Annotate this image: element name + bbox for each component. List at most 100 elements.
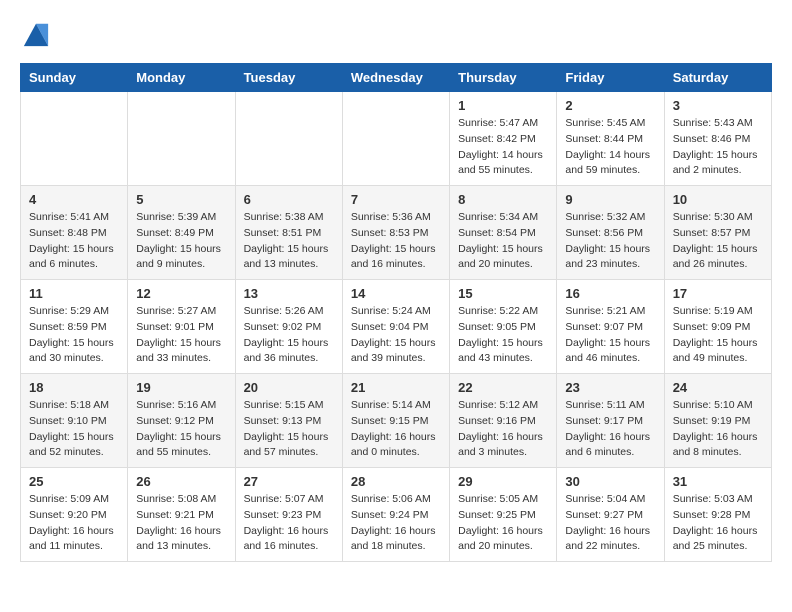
day-info: Sunrise: 5:16 AM Sunset: 9:12 PM Dayligh…: [136, 398, 226, 461]
calendar-cell: 25 Sunrise: 5:09 AM Sunset: 9:20 PM Dayli…: [21, 468, 128, 562]
day-info: Sunrise: 5:41 AM Sunset: 8:48 PM Dayligh…: [29, 210, 119, 273]
weekday-header-sunday: Sunday: [21, 64, 128, 92]
week-row-2: 4 Sunrise: 5:41 AM Sunset: 8:48 PM Daylig…: [21, 186, 772, 280]
day-number: 19: [136, 380, 226, 395]
day-info: Sunrise: 5:06 AM Sunset: 9:24 PM Dayligh…: [351, 492, 441, 555]
calendar-cell: 6 Sunrise: 5:38 AM Sunset: 8:51 PM Daylig…: [235, 186, 342, 280]
weekday-header-monday: Monday: [128, 64, 235, 92]
day-info: Sunrise: 5:27 AM Sunset: 9:01 PM Dayligh…: [136, 304, 226, 367]
week-row-3: 11 Sunrise: 5:29 AM Sunset: 8:59 PM Dayli…: [21, 280, 772, 374]
day-number: 27: [244, 474, 334, 489]
calendar-cell: [21, 92, 128, 186]
day-info: Sunrise: 5:12 AM Sunset: 9:16 PM Dayligh…: [458, 398, 548, 461]
calendar-cell: 31 Sunrise: 5:03 AM Sunset: 9:28 PM Dayli…: [664, 468, 771, 562]
day-info: Sunrise: 5:43 AM Sunset: 8:46 PM Dayligh…: [673, 116, 763, 179]
day-number: 4: [29, 192, 119, 207]
calendar-cell: 23Sunrise: 5:11 AM Sunset: 9:17 PM Dayli…: [557, 374, 664, 468]
day-number: 30: [565, 474, 655, 489]
day-number: 7: [351, 192, 441, 207]
calendar-cell: 4 Sunrise: 5:41 AM Sunset: 8:48 PM Daylig…: [21, 186, 128, 280]
weekday-header-row: SundayMondayTuesdayWednesdayThursdayFrid…: [21, 64, 772, 92]
day-number: 1: [458, 98, 548, 113]
weekday-header-friday: Friday: [557, 64, 664, 92]
day-info: Sunrise: 5:45 AM Sunset: 8:44 PM Dayligh…: [565, 116, 655, 179]
calendar-cell: 7 Sunrise: 5:36 AM Sunset: 8:53 PM Daylig…: [342, 186, 449, 280]
calendar-cell: 28 Sunrise: 5:06 AM Sunset: 9:24 PM Dayli…: [342, 468, 449, 562]
day-number: 22: [458, 380, 548, 395]
day-info: Sunrise: 5:32 AM Sunset: 8:56 PM Dayligh…: [565, 210, 655, 273]
calendar-cell: 30 Sunrise: 5:04 AM Sunset: 9:27 PM Dayli…: [557, 468, 664, 562]
calendar-cell: 13Sunrise: 5:26 AM Sunset: 9:02 PM Dayli…: [235, 280, 342, 374]
week-row-1: 1 Sunrise: 5:47 AM Sunset: 8:42 PM Daylig…: [21, 92, 772, 186]
calendar-cell: 1 Sunrise: 5:47 AM Sunset: 8:42 PM Daylig…: [450, 92, 557, 186]
day-info: Sunrise: 5:34 AM Sunset: 8:54 PM Dayligh…: [458, 210, 548, 273]
calendar-cell: 15 Sunrise: 5:22 AM Sunset: 9:05 PM Dayli…: [450, 280, 557, 374]
day-number: 8: [458, 192, 548, 207]
day-info: Sunrise: 5:15 AM Sunset: 9:13 PM Dayligh…: [244, 398, 334, 461]
calendar-cell: 2 Sunrise: 5:45 AM Sunset: 8:44 PM Daylig…: [557, 92, 664, 186]
calendar-cell: 3Sunrise: 5:43 AM Sunset: 8:46 PM Daylig…: [664, 92, 771, 186]
day-info: Sunrise: 5:29 AM Sunset: 8:59 PM Dayligh…: [29, 304, 119, 367]
calendar-cell: 16 Sunrise: 5:21 AM Sunset: 9:07 PM Dayli…: [557, 280, 664, 374]
day-info: Sunrise: 5:21 AM Sunset: 9:07 PM Dayligh…: [565, 304, 655, 367]
day-info: Sunrise: 5:08 AM Sunset: 9:21 PM Dayligh…: [136, 492, 226, 555]
day-info: Sunrise: 5:47 AM Sunset: 8:42 PM Dayligh…: [458, 116, 548, 179]
calendar-table: SundayMondayTuesdayWednesdayThursdayFrid…: [20, 63, 772, 562]
logo: [20, 20, 50, 53]
logo-icon: [22, 20, 50, 48]
day-number: 25: [29, 474, 119, 489]
day-number: 11: [29, 286, 119, 301]
calendar-cell: 17 Sunrise: 5:19 AM Sunset: 9:09 PM Dayli…: [664, 280, 771, 374]
day-number: 6: [244, 192, 334, 207]
day-number: 16: [565, 286, 655, 301]
day-info: Sunrise: 5:14 AM Sunset: 9:15 PM Dayligh…: [351, 398, 441, 461]
day-info: Sunrise: 5:05 AM Sunset: 9:25 PM Dayligh…: [458, 492, 548, 555]
day-info: Sunrise: 5:03 AM Sunset: 9:28 PM Dayligh…: [673, 492, 763, 555]
page-header: [20, 20, 772, 53]
day-number: 29: [458, 474, 548, 489]
day-info: Sunrise: 5:09 AM Sunset: 9:20 PM Dayligh…: [29, 492, 119, 555]
calendar-cell: 24 Sunrise: 5:10 AM Sunset: 9:19 PM Dayli…: [664, 374, 771, 468]
day-number: 24: [673, 380, 763, 395]
day-number: 14: [351, 286, 441, 301]
weekday-header-wednesday: Wednesday: [342, 64, 449, 92]
calendar-cell: 8 Sunrise: 5:34 AM Sunset: 8:54 PM Daylig…: [450, 186, 557, 280]
calendar-cell: 9 Sunrise: 5:32 AM Sunset: 8:56 PM Daylig…: [557, 186, 664, 280]
day-info: Sunrise: 5:24 AM Sunset: 9:04 PM Dayligh…: [351, 304, 441, 367]
day-number: 31: [673, 474, 763, 489]
day-number: 13: [244, 286, 334, 301]
weekday-header-tuesday: Tuesday: [235, 64, 342, 92]
calendar-cell: [342, 92, 449, 186]
day-number: 18: [29, 380, 119, 395]
day-info: Sunrise: 5:19 AM Sunset: 9:09 PM Dayligh…: [673, 304, 763, 367]
calendar-cell: 29 Sunrise: 5:05 AM Sunset: 9:25 PM Dayli…: [450, 468, 557, 562]
day-number: 15: [458, 286, 548, 301]
calendar-cell: 19 Sunrise: 5:16 AM Sunset: 9:12 PM Dayli…: [128, 374, 235, 468]
day-info: Sunrise: 5:11 AM Sunset: 9:17 PM Dayligh…: [565, 398, 655, 461]
day-info: Sunrise: 5:10 AM Sunset: 9:19 PM Dayligh…: [673, 398, 763, 461]
day-info: Sunrise: 5:30 AM Sunset: 8:57 PM Dayligh…: [673, 210, 763, 273]
day-info: Sunrise: 5:39 AM Sunset: 8:49 PM Dayligh…: [136, 210, 226, 273]
day-info: Sunrise: 5:22 AM Sunset: 9:05 PM Dayligh…: [458, 304, 548, 367]
day-info: Sunrise: 5:38 AM Sunset: 8:51 PM Dayligh…: [244, 210, 334, 273]
day-info: Sunrise: 5:04 AM Sunset: 9:27 PM Dayligh…: [565, 492, 655, 555]
day-number: 10: [673, 192, 763, 207]
day-info: Sunrise: 5:36 AM Sunset: 8:53 PM Dayligh…: [351, 210, 441, 273]
weekday-header-saturday: Saturday: [664, 64, 771, 92]
day-number: 2: [565, 98, 655, 113]
day-number: 17: [673, 286, 763, 301]
calendar-cell: 20Sunrise: 5:15 AM Sunset: 9:13 PM Dayli…: [235, 374, 342, 468]
calendar-cell: 22 Sunrise: 5:12 AM Sunset: 9:16 PM Dayli…: [450, 374, 557, 468]
day-number: 9: [565, 192, 655, 207]
day-info: Sunrise: 5:07 AM Sunset: 9:23 PM Dayligh…: [244, 492, 334, 555]
calendar-cell: 10 Sunrise: 5:30 AM Sunset: 8:57 PM Dayli…: [664, 186, 771, 280]
calendar-cell: [128, 92, 235, 186]
week-row-4: 18Sunrise: 5:18 AM Sunset: 9:10 PM Dayli…: [21, 374, 772, 468]
calendar-cell: [235, 92, 342, 186]
weekday-header-thursday: Thursday: [450, 64, 557, 92]
week-row-5: 25 Sunrise: 5:09 AM Sunset: 9:20 PM Dayli…: [21, 468, 772, 562]
day-number: 28: [351, 474, 441, 489]
day-number: 26: [136, 474, 226, 489]
calendar-cell: 18Sunrise: 5:18 AM Sunset: 9:10 PM Dayli…: [21, 374, 128, 468]
calendar-cell: 5Sunrise: 5:39 AM Sunset: 8:49 PM Daylig…: [128, 186, 235, 280]
